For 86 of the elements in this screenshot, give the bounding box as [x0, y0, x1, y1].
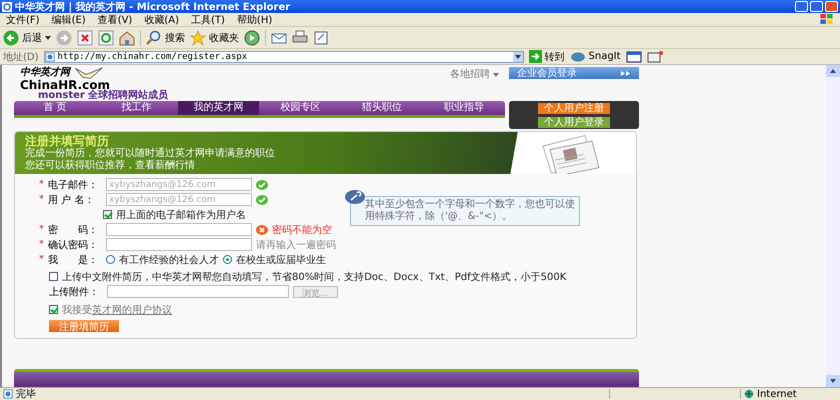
enterprise-login-button[interactable]: 企业会员登录	[509, 67, 639, 79]
home-icon[interactable]	[119, 30, 135, 46]
banner-text: 您还可以获得职位推荐，查看薪酬行情	[25, 160, 196, 172]
media-icon[interactable]	[244, 30, 260, 46]
nav-tab[interactable]: 校园专区	[259, 101, 342, 115]
menu-item[interactable]: 工具(T)	[191, 12, 225, 26]
region-dropdown[interactable]: 各地招聘	[450, 67, 499, 81]
zone-text: Internet	[757, 388, 798, 400]
window-icon[interactable]	[626, 48, 642, 64]
field-label: 确认密码：	[48, 238, 99, 252]
agreement-text: 我接受英才网的用户协议	[62, 304, 172, 316]
refresh-icon[interactable]	[98, 30, 114, 46]
caret-icon	[493, 73, 499, 77]
field-label: 上传附件：	[49, 286, 100, 298]
input-field[interactable]	[106, 223, 252, 236]
nav-tab[interactable]: 我的英才网	[178, 101, 260, 115]
star-icon	[190, 30, 206, 46]
status-text: 完毕	[16, 388, 36, 400]
hint-text: 其中至少包含一个字母和一个数字，您也可以使用特殊字符，除（'@、&-"<）。	[365, 199, 575, 223]
logo-wordmark: ChinaHR.com	[20, 79, 110, 91]
wrench-icon	[345, 190, 365, 204]
required-mark: *	[39, 254, 44, 265]
agreement-link[interactable]: 英才网的用户协议	[92, 304, 172, 316]
required-mark: *	[39, 179, 44, 190]
banner-title: 注册并填写简历	[25, 134, 109, 148]
required-mark: *	[39, 194, 44, 205]
nav-tab[interactable]: 猎头职位	[341, 101, 424, 115]
scrollbar[interactable]	[826, 65, 840, 387]
field-label: 我 是：	[48, 254, 99, 266]
upload-description: 上传中文附件简历，中华英才网帮您自动填写，节省80%时间，支持Doc、Docx、Txt、Pdf文件格式，小于500K	[62, 270, 566, 284]
radio-button[interactable]	[106, 255, 115, 264]
banner-text: 完成一份简历，您就可以随时通过英才网申请满意的职位	[25, 148, 275, 160]
nav-tab[interactable]: 职业指导	[423, 101, 505, 115]
nav-tab[interactable]: 首 页	[14, 101, 96, 115]
field-label: 密 码：	[48, 224, 99, 236]
minimize-button[interactable]	[795, 1, 808, 12]
windows-logo-icon	[820, 14, 834, 25]
address-field[interactable]: http://my.chinahr.com/register.aspx	[44, 50, 524, 62]
window-title: 中华英才网 | 我的英才网 - Microsoft Internet Explorer	[15, 0, 290, 14]
logo-text: 中华英才网	[20, 68, 70, 78]
input-field[interactable]	[106, 238, 252, 251]
double-arrow-icon	[621, 70, 631, 76]
address-label: 地址(D)	[3, 50, 39, 64]
globe-icon	[744, 389, 754, 399]
required-mark: *	[39, 239, 44, 250]
page-icon	[44, 52, 55, 62]
go-button[interactable]: 转到	[528, 50, 565, 64]
radio-label: 有工作经验的社会人才	[119, 254, 219, 266]
error-message: 密码不能为空	[272, 224, 332, 236]
printer-icon[interactable]	[292, 30, 308, 46]
required-mark: *	[39, 224, 44, 235]
page-icon	[3, 389, 13, 399]
menu-item[interactable]: 查看(V)	[98, 12, 132, 26]
back-button[interactable]: 后退	[3, 30, 51, 46]
checkbox[interactable]	[49, 305, 58, 314]
stop-icon[interactable]	[77, 30, 93, 46]
close-button[interactable]	[825, 1, 838, 12]
search-button[interactable]: 搜索	[146, 30, 185, 46]
field-label: 电子邮件：	[48, 178, 99, 192]
field-hint: 请再输入一遍密码	[256, 238, 336, 252]
radio-label: 在校生或应届毕业生	[236, 254, 326, 266]
checkbox[interactable]	[103, 210, 112, 219]
field-label: 用 户 名：	[48, 194, 96, 206]
file-field[interactable]	[107, 285, 289, 298]
scroll-down-icon[interactable]	[826, 375, 840, 387]
search-icon	[146, 30, 162, 46]
menu-item[interactable]: 帮助(H)	[236, 12, 272, 26]
maximize-button[interactable]	[810, 1, 823, 12]
scroll-up-icon[interactable]	[826, 65, 840, 77]
menu-item[interactable]: 文件(F)	[6, 12, 40, 26]
screen-capture-icon[interactable]	[646, 48, 663, 64]
monster-wordmark: monster	[38, 91, 85, 101]
menu-item[interactable]: 编辑(E)	[52, 12, 86, 26]
arrow-icon	[528, 50, 542, 63]
edit-icon[interactable]	[313, 30, 329, 46]
dropdown-icon[interactable]	[512, 52, 523, 62]
menu-item[interactable]: 收藏(A)	[144, 12, 179, 26]
checkbox[interactable]	[49, 272, 58, 281]
snagit-button[interactable]: SnagIt	[570, 48, 621, 64]
browser-icon	[2, 2, 12, 12]
favorites-button[interactable]: 收藏夹	[190, 30, 239, 46]
checkbox-label: 用上面的电子邮箱作为用户名	[116, 208, 246, 222]
radio-button[interactable]	[223, 255, 232, 264]
caret-icon	[45, 36, 51, 40]
logo-tagline: 全球招聘网站成员	[88, 91, 168, 101]
nav-tab[interactable]: 找工作	[96, 101, 178, 115]
